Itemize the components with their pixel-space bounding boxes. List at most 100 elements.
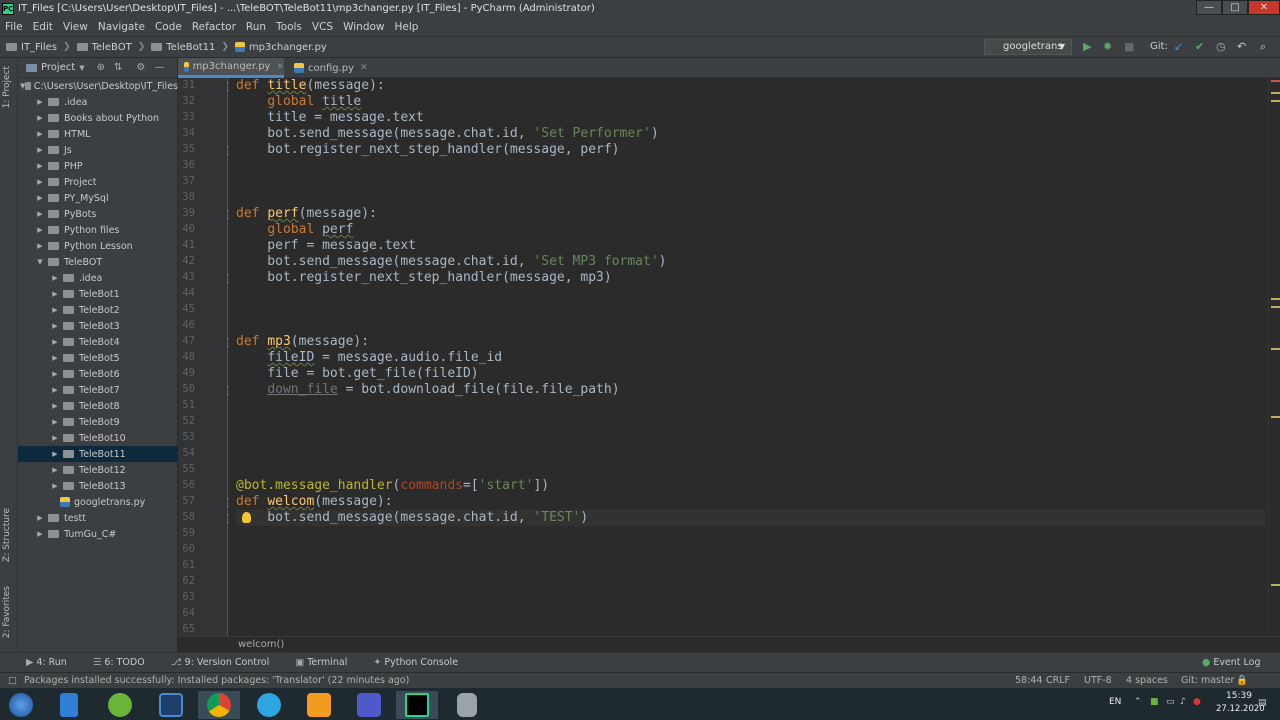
code-line[interactable]: bot.register_next_step_handler(message, … [236, 142, 1266, 158]
code-line[interactable]: def welcom(message): [236, 494, 1266, 510]
taskbar-app[interactable] [198, 691, 240, 719]
tree-folder-item[interactable]: ▶ TeleBot11 [18, 446, 178, 462]
tree-folder-item[interactable]: ▶ Js [18, 142, 178, 158]
tray-up-icon[interactable]: ⌃ [1134, 697, 1142, 707]
volume-icon[interactable]: ♪ [1180, 697, 1186, 707]
code-line[interactable]: bot.send_message(message.chat.id, 'TEST'… [236, 510, 1266, 526]
code-line[interactable] [236, 398, 1266, 414]
tree-folder-item[interactable]: ▶ TeleBot2 [18, 302, 178, 318]
tree-folder-item[interactable]: ▶ TeleBot9 [18, 414, 178, 430]
tab-mp3changer[interactable]: mp3changer.py ✕ [178, 58, 284, 78]
lock-icon[interactable]: 🔒 [1236, 673, 1248, 688]
breadcrumb-file[interactable]: mp3changer.py [234, 42, 327, 53]
code-line[interactable] [236, 590, 1266, 606]
tree-file-item[interactable]: googletrans.py [18, 494, 178, 510]
code-line[interactable]: @bot.message_handler(commands=['start']) [236, 478, 1266, 494]
project-panel-title[interactable]: Project [41, 62, 75, 73]
menu-edit[interactable]: Edit [28, 21, 58, 33]
tray-app-icon[interactable]: ■ [1150, 697, 1159, 707]
tool-run[interactable]: ▶ 4: Run [26, 657, 67, 668]
close-tab-icon[interactable]: ✕ [276, 62, 284, 72]
tree-folder-item[interactable]: ▶ Project [18, 174, 178, 190]
input-language[interactable]: EN [1109, 697, 1121, 707]
code-line[interactable] [236, 542, 1266, 558]
code-line[interactable] [236, 462, 1266, 478]
taskbar-app[interactable] [396, 691, 438, 719]
code-line[interactable] [236, 430, 1266, 446]
tree-folder-item[interactable]: ▶ TumGu_C# [18, 526, 178, 542]
tree-folder-item[interactable]: ▶ TeleBot4 [18, 334, 178, 350]
intention-bulb-icon[interactable] [242, 512, 251, 523]
tool-tab-structure[interactable]: Z: Structure [2, 508, 12, 562]
line-separator[interactable]: CRLF [1046, 673, 1070, 688]
tree-folder-item[interactable]: ▶ .idea [18, 270, 178, 286]
tree-folder-item[interactable]: ▶ .idea [18, 94, 178, 110]
menu-navigate[interactable]: Navigate [93, 21, 150, 33]
code-line[interactable] [236, 574, 1266, 590]
code-line[interactable]: file = bot.get_file(fileID) [236, 366, 1266, 382]
code-line[interactable] [236, 558, 1266, 574]
code-line[interactable] [236, 174, 1266, 190]
code-line[interactable]: down_file = bot.download_file(file.file_… [236, 382, 1266, 398]
gear-icon[interactable]: ⚙ [136, 62, 145, 73]
collapse-all-icon[interactable]: ⇅ [114, 62, 122, 73]
status-message[interactable]: Packages installed successfully: Install… [24, 673, 409, 688]
tree-folder-item[interactable]: ▶ TeleBot13 [18, 478, 178, 494]
git-branch[interactable]: Git: master [1181, 673, 1234, 688]
warning-marker[interactable] [1271, 100, 1280, 102]
tree-folder-item[interactable]: ▶ TeleBot3 [18, 318, 178, 334]
tool-tab-favorites[interactable]: 2: Favorites [2, 586, 12, 638]
code-line[interactable]: bot.register_next_step_handler(message, … [236, 270, 1266, 286]
breadcrumb-telebot11[interactable]: TeleBot11 ❯ [151, 42, 229, 53]
warning-marker[interactable] [1271, 416, 1280, 418]
warning-marker[interactable] [1271, 306, 1280, 308]
code-line[interactable] [236, 286, 1266, 302]
tree-folder-item[interactable]: ▶ PY_MySql [18, 190, 178, 206]
breadcrumb-it-files[interactable]: IT_Files ❯ [6, 42, 71, 53]
close-tab-icon[interactable]: ✕ [360, 63, 368, 73]
taskbar-app[interactable] [99, 691, 141, 719]
code-line[interactable]: def title(message): [236, 78, 1266, 94]
menu-file[interactable]: File [0, 21, 28, 33]
error-marker[interactable] [1271, 80, 1280, 82]
tool-python-console[interactable]: ✦ Python Console [373, 657, 458, 668]
menu-help[interactable]: Help [390, 21, 424, 33]
code-line[interactable]: title = message.text [236, 110, 1266, 126]
menu-window[interactable]: Window [338, 21, 389, 33]
tool-terminal[interactable]: ▣ Terminal [295, 657, 347, 668]
tree-folder-item[interactable]: ▶ testt [18, 510, 178, 526]
code-line[interactable]: global perf [236, 222, 1266, 238]
indent-setting[interactable]: 4 spaces [1126, 673, 1168, 688]
warning-marker[interactable] [1271, 584, 1280, 586]
status-box-icon[interactable]: □ [8, 673, 17, 688]
tree-folder-item[interactable]: ▶ TeleBot6 [18, 366, 178, 382]
tree-folder-item[interactable]: ▶ PyBots [18, 206, 178, 222]
rollback-icon[interactable]: ↶ [1237, 40, 1246, 54]
code-line[interactable] [236, 622, 1266, 636]
start-button[interactable] [0, 691, 42, 719]
menu-run[interactable]: Run [241, 21, 271, 33]
vcs-history-icon[interactable]: ◷ [1216, 40, 1226, 54]
taskbar-app[interactable] [150, 691, 192, 719]
clock-time[interactable]: 15:39 [1226, 691, 1252, 701]
code-line[interactable] [236, 302, 1266, 318]
taskbar-app[interactable] [348, 691, 390, 719]
code-line[interactable] [236, 318, 1266, 334]
code-line[interactable]: global title [236, 94, 1266, 110]
debug-icon[interactable]: ✹ [1103, 40, 1112, 54]
code-line[interactable]: perf = message.text [236, 238, 1266, 254]
tree-folder-item[interactable]: ▶ Books about Python [18, 110, 178, 126]
warning-marker[interactable] [1271, 348, 1280, 350]
taskbar-app[interactable] [446, 691, 488, 719]
code-line[interactable] [236, 526, 1266, 542]
menu-tools[interactable]: Tools [271, 21, 307, 33]
editor-scrollbar[interactable] [1268, 78, 1280, 636]
tree-folder-item[interactable]: ▶ TeleBot1 [18, 286, 178, 302]
tool-todo[interactable]: ☰ 6: TODO [93, 657, 145, 668]
maximize-button[interactable]: □ [1222, 0, 1248, 15]
tree-root[interactable]: ▼ C:\Users\User\Desktop\IT_Files [18, 78, 178, 94]
warning-marker[interactable] [1271, 92, 1280, 94]
stop-icon[interactable]: ■ [1124, 40, 1134, 54]
tree-folder-item[interactable]: ▶ TeleBot5 [18, 350, 178, 366]
tree-folder-item[interactable]: ▶ TeleBot8 [18, 398, 178, 414]
